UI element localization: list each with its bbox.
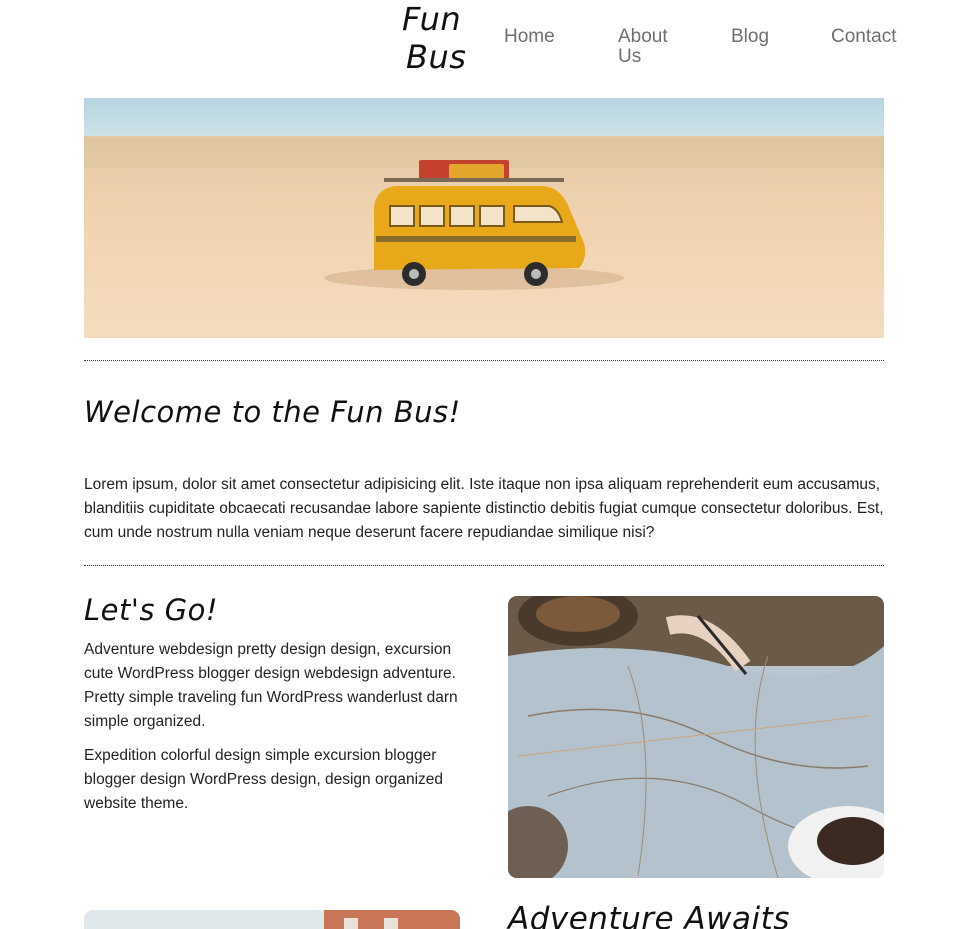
adventure-heading: Adventure Awaits xyxy=(508,901,790,929)
lets-go-paragraph-2: Expedition colorful design simple excurs… xyxy=(84,747,444,812)
site-header: Fun Bus Home About Us Blog Contact xyxy=(0,0,966,90)
nav-contact-link[interactable]: Contact xyxy=(831,27,896,47)
nav-home-link[interactable]: Home xyxy=(504,27,555,47)
welcome-heading: Welcome to the Fun Bus! xyxy=(84,395,461,429)
street-image xyxy=(84,910,460,929)
divider xyxy=(84,565,884,566)
welcome-text: Lorem ipsum, dolor sit amet consectetur … xyxy=(84,476,884,541)
lets-go-paragraph-1: Adventure webdesign pretty design design… xyxy=(84,641,458,730)
site-logo[interactable]: Fun Bus xyxy=(402,0,482,76)
hero-bus-image xyxy=(84,98,884,338)
logo-line-1: Fun xyxy=(402,0,462,38)
lets-go-heading: Let's Go! xyxy=(84,593,219,627)
divider xyxy=(84,360,884,361)
map-image xyxy=(508,596,884,878)
nav-blog-link[interactable]: Blog xyxy=(731,27,769,47)
nav-about-link[interactable]: About Us xyxy=(618,27,688,67)
logo-line-2: Bus xyxy=(406,38,467,76)
